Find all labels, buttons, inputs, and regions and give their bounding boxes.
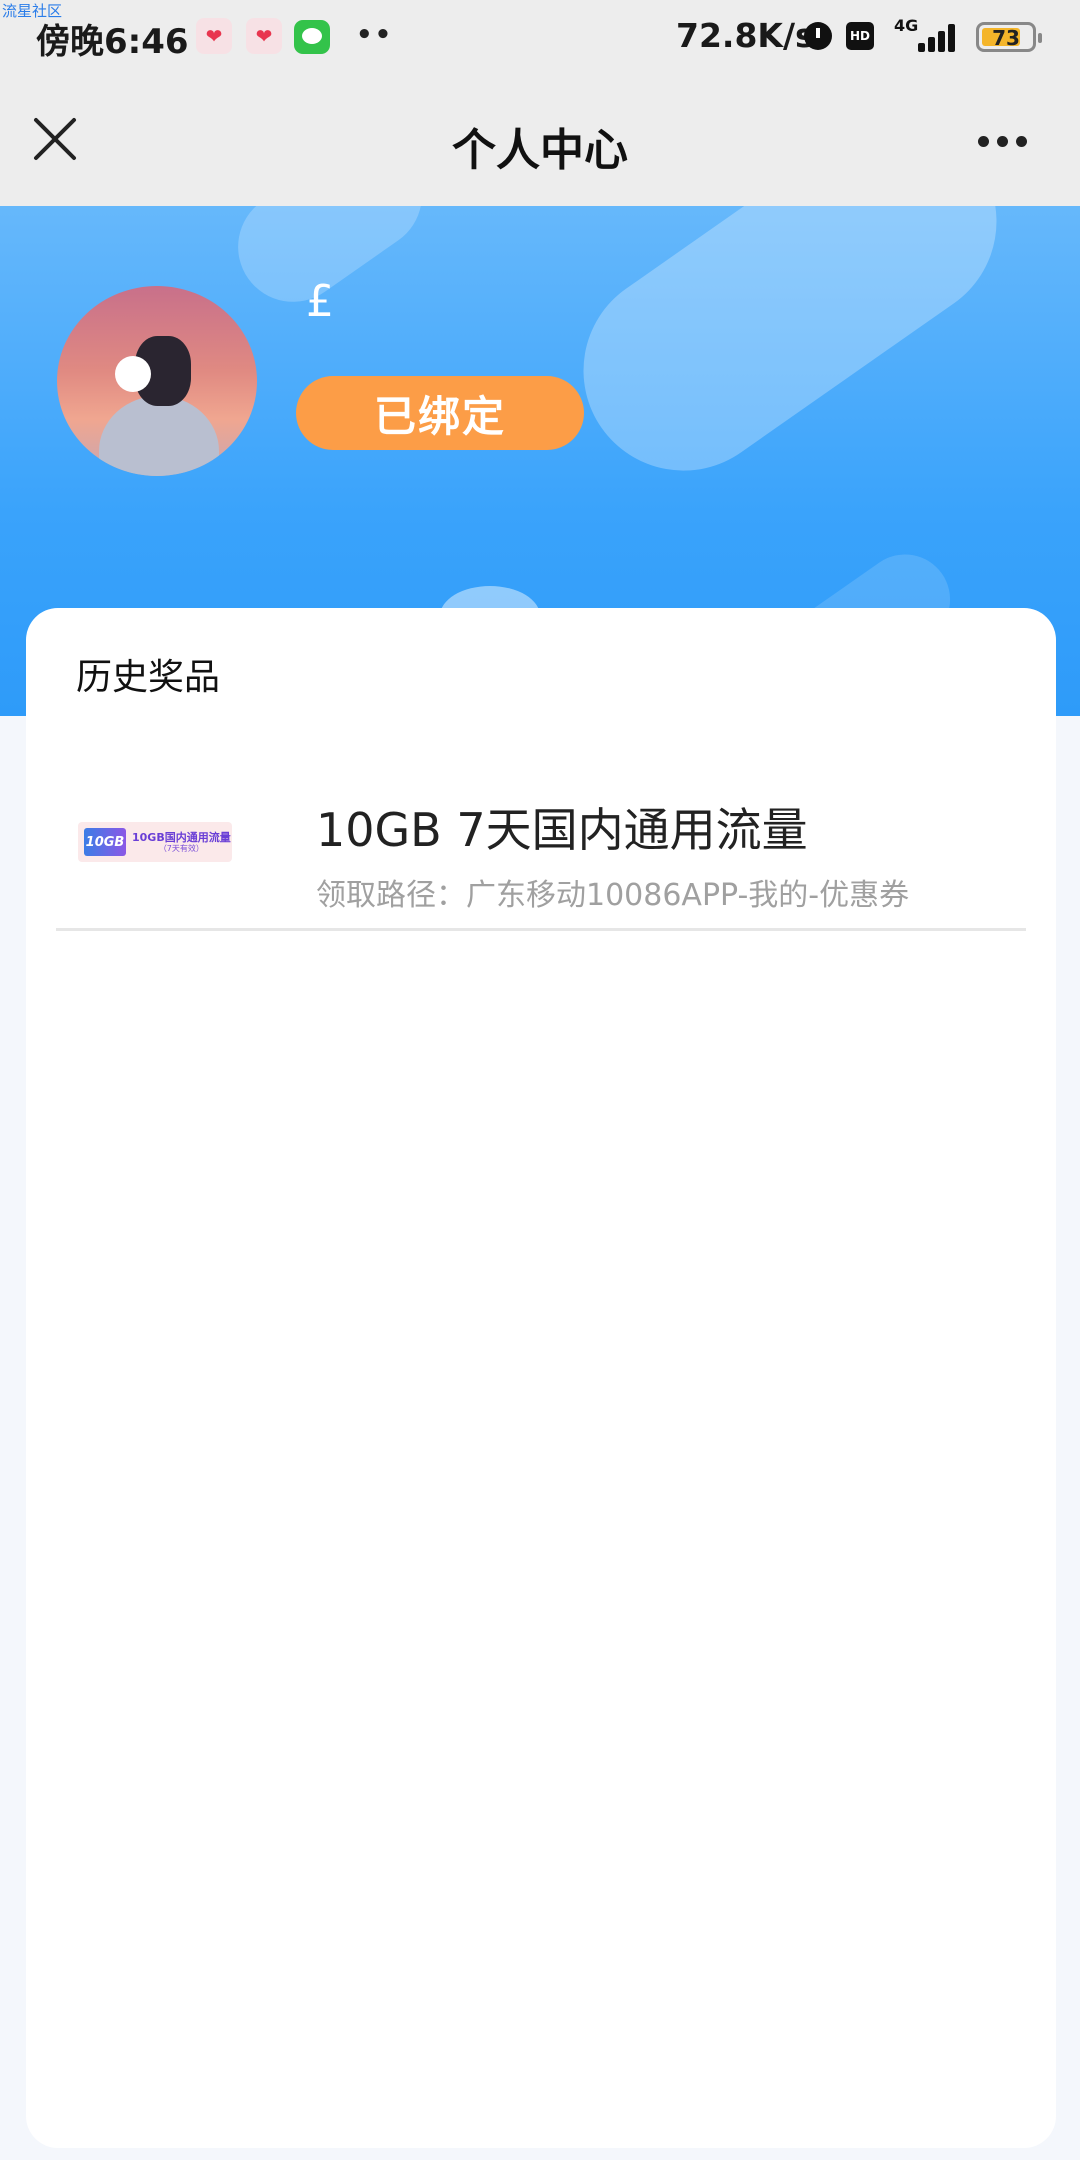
status-time: 傍晚6:46 (36, 22, 189, 62)
prize-thumb-gb: 10GB (84, 828, 126, 856)
list-item[interactable]: 10GB 10GB国内通用流量 （7天有效） 10GB 7天国内通用流量 领取路… (56, 758, 1026, 931)
prize-thumb-line2: （7天有效） (158, 843, 204, 853)
prize-name: 10GB 7天国内通用流量 (316, 803, 808, 857)
prize-thumb-line1: 10GB国内通用流量 (132, 830, 231, 844)
user-name: £ (306, 276, 334, 327)
bind-status-badge[interactable]: 已绑定 (296, 376, 584, 450)
heart-notification-icon: ❤ (246, 18, 282, 54)
history-prizes-card: 历史奖品 10GB 10GB国内通用流量 （7天有效） 10GB 7天国内通用流… (26, 608, 1056, 2148)
more-notifications-icon: •• (356, 20, 394, 50)
message-app-icon (294, 20, 330, 54)
prize-thumbnail: 10GB 10GB国内通用流量 （7天有效） (78, 822, 232, 862)
network-speed: 72.8K/s (676, 16, 815, 55)
watermark: 流星社区 (2, 2, 63, 20)
signal-icon (904, 22, 958, 52)
battery-level: 73 (992, 26, 1020, 50)
heart-notification-icon: ❤ (196, 18, 232, 54)
page-title: 个人中心 (452, 125, 628, 176)
alarm-icon (804, 22, 832, 50)
nav-bar: 个人中心 (0, 76, 1080, 206)
more-icon[interactable] (978, 136, 1028, 148)
battery-icon: 73 (976, 22, 1042, 52)
history-prizes-title: 历史奖品 (76, 657, 221, 698)
avatar[interactable] (57, 286, 257, 476)
prize-claim-path: 领取路径：广东移动10086APP-我的-优惠券 (316, 878, 910, 913)
banner-decoration (544, 206, 1036, 510)
status-bar: 傍晚6:46 ❤ ❤ •• 72.8K/s HD 4G 73 (0, 0, 1080, 76)
hd-icon: HD (846, 22, 874, 50)
